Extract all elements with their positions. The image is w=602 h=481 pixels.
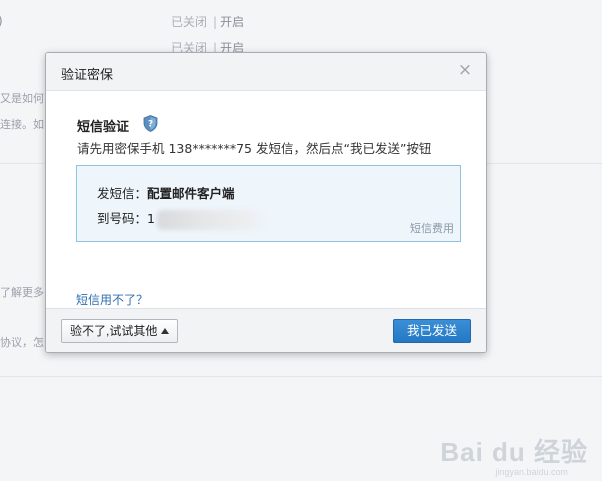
close-icon[interactable]: × xyxy=(456,61,474,79)
dialog-footer: 验不了,试试其他 我已发送 xyxy=(46,308,486,352)
caret-up-icon xyxy=(161,328,170,334)
verify-security-dialog: 验证密保 × 短信验证 ? 请先用密保手机 138*******75 发短信，然… xyxy=(45,52,487,353)
dialog-title: 验证密保 xyxy=(61,68,114,83)
i-have-sent-button[interactable]: 我已发送 xyxy=(393,319,471,343)
sms-fee-link[interactable]: 短信费用 xyxy=(410,220,454,236)
bg-fragment: ) xyxy=(0,14,3,28)
bg-fragment: 了解更多 xyxy=(0,286,44,299)
bg-divider xyxy=(0,376,602,377)
bg-toggle-separator: | xyxy=(213,15,218,29)
sms-instruction: 请先用密保手机 138*******75 发短信，然后点“我已发送”按钮 xyxy=(77,141,432,156)
blurred-number-mask xyxy=(156,209,269,230)
try-other-label: 验不了,试试其他 xyxy=(70,324,158,338)
shield-question-icon: ? xyxy=(143,115,158,132)
sms-send-label: 发短信： xyxy=(97,186,148,201)
bg-toggle-closed: 已关闭 xyxy=(171,15,208,29)
sms-number-label: 到号码： xyxy=(97,211,148,226)
watermark-url: jingyan.baidu.com xyxy=(495,467,568,477)
sms-number-line: 到号码：1 xyxy=(97,208,269,230)
dialog-header: 验证密保 × xyxy=(46,53,486,91)
try-other-methods-button[interactable]: 验不了,试试其他 xyxy=(61,319,179,343)
sms-number-value: 1 xyxy=(147,211,155,226)
bg-fragment: 又是如何 xyxy=(0,92,44,105)
bg-fragment: 连接。如 xyxy=(0,118,44,131)
bg-toggle-row: 已关闭 | 开启 xyxy=(171,13,244,30)
sms-content-box: 发短信：配置邮件客户端 到号码：1 短信费用 xyxy=(76,165,461,242)
sms-unavailable-link[interactable]: 短信用不了？ xyxy=(76,291,148,308)
dialog-body: 短信验证 ? 请先用密保手机 138*******75 发短信，然后点“我已发送… xyxy=(46,91,486,309)
svg-text:?: ? xyxy=(148,120,153,130)
sms-send-line: 发短信：配置邮件客户端 xyxy=(97,183,235,202)
sms-verify-title: 短信验证 xyxy=(77,120,130,135)
sms-send-content: 配置邮件客户端 xyxy=(147,186,235,201)
bg-toggle-open-link[interactable]: 开启 xyxy=(220,15,244,29)
watermark-logo: Bai du 经验 xyxy=(440,437,588,467)
